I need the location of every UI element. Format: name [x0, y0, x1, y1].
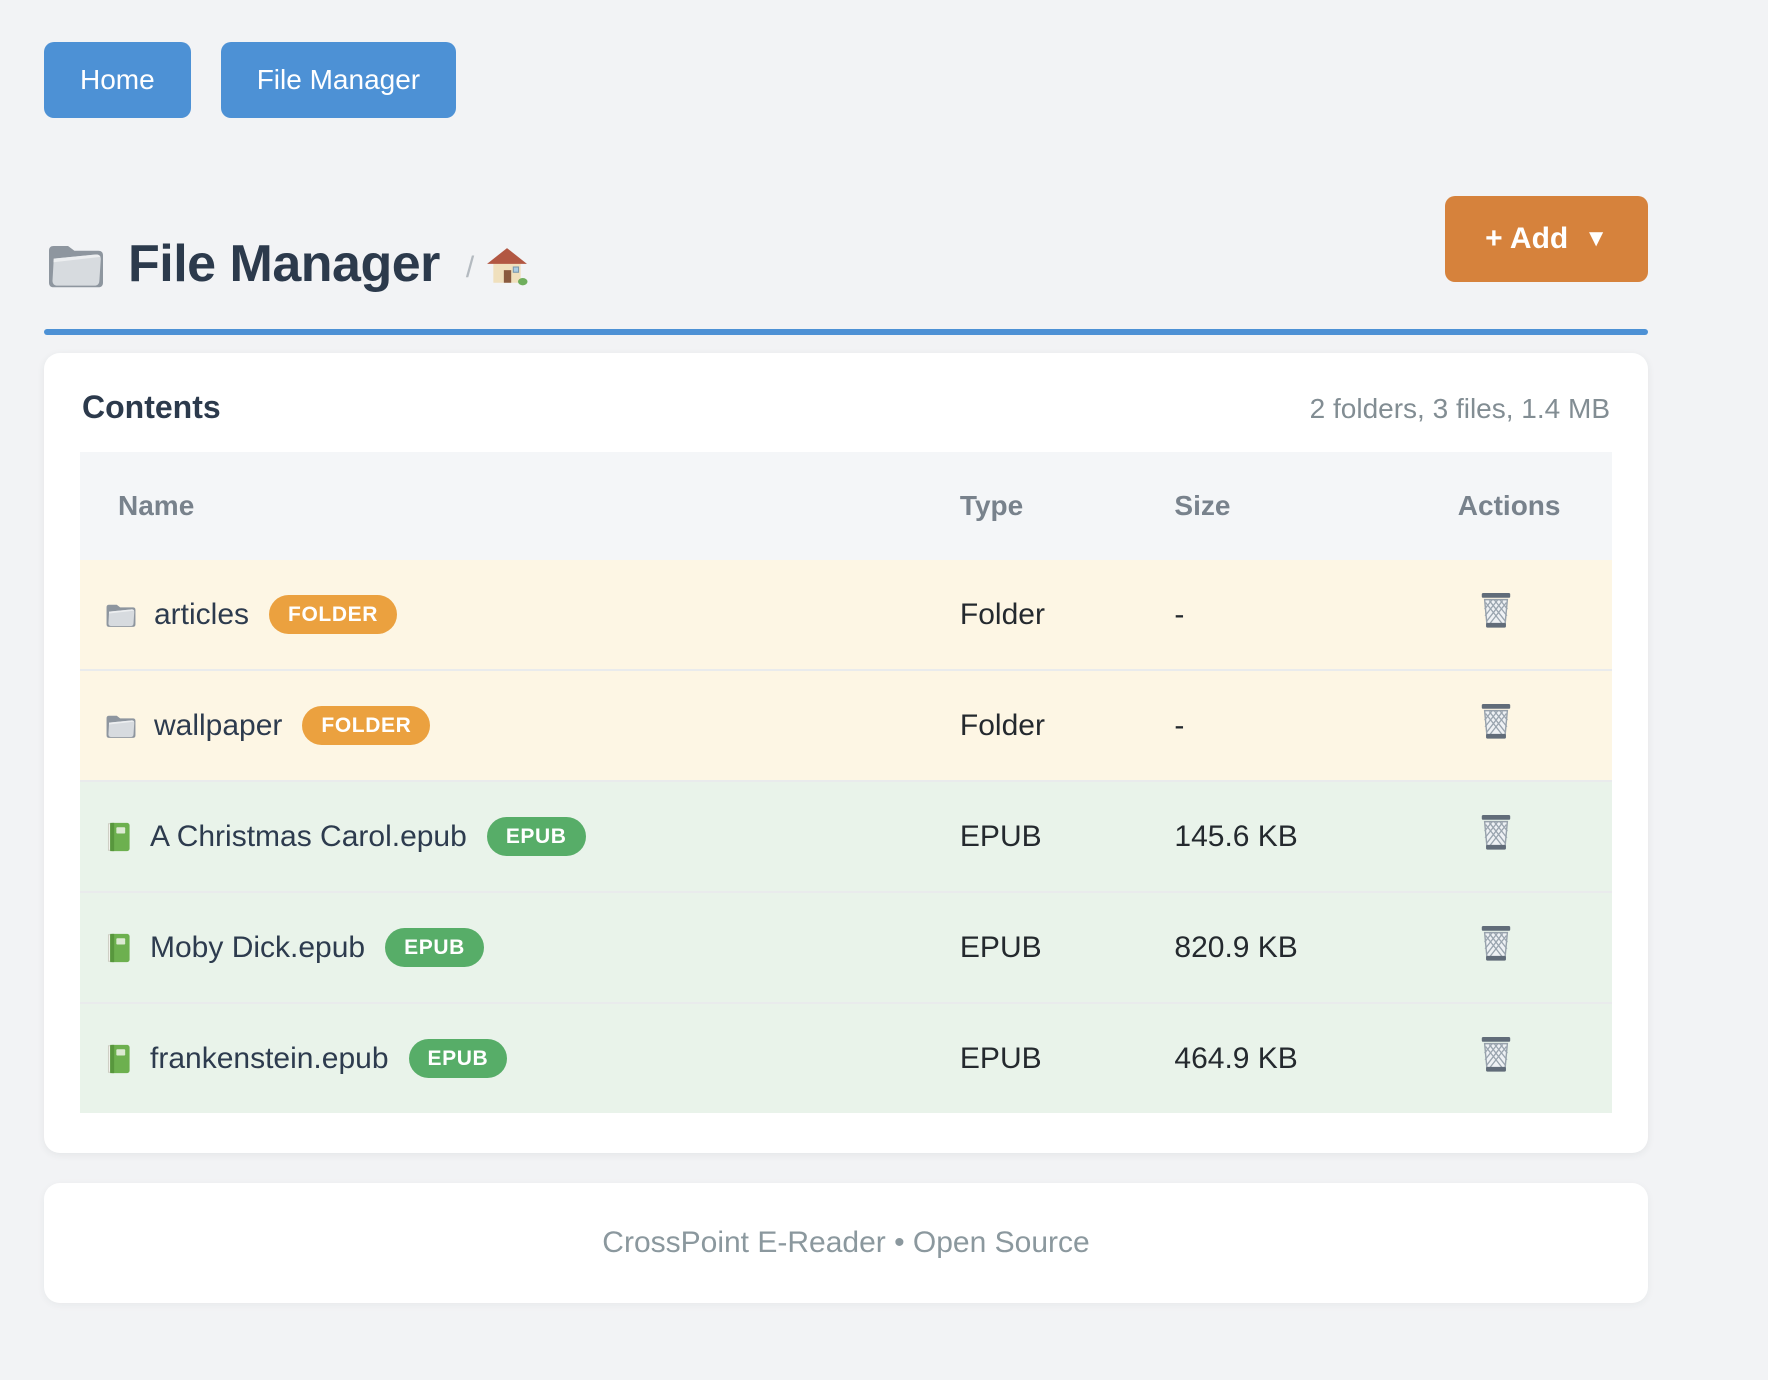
book-icon — [104, 931, 134, 965]
file-size: 464.9 KB — [1152, 1003, 1435, 1113]
type-badge: FOLDER — [302, 706, 430, 745]
type-badge: FOLDER — [269, 595, 397, 634]
title-group: File Manager / — [44, 196, 528, 293]
table-row[interactable]: A Christmas Carol.epub EPUB EPUB 145.6 K… — [80, 781, 1612, 892]
file-table: Name Type Size Actions articles FOLDER F… — [80, 452, 1612, 1113]
footer: CrossPoint E-Reader • Open Source — [44, 1183, 1648, 1303]
file-name: A Christmas Carol.epub — [150, 820, 467, 854]
book-icon — [104, 820, 134, 854]
page-title: File Manager — [128, 236, 440, 293]
table-row[interactable]: frankenstein.epub EPUB EPUB 464.9 KB — [80, 1003, 1612, 1113]
card-header: Contents 2 folders, 3 files, 1.4 MB — [80, 383, 1612, 452]
file-size: 820.9 KB — [1152, 892, 1435, 1003]
page-header: File Manager / + Add ▼ — [44, 118, 1648, 293]
chevron-down-icon: ▼ — [1584, 227, 1608, 251]
trash-icon[interactable] — [1478, 702, 1514, 742]
file-name: frankenstein.epub — [150, 1042, 389, 1076]
footer-text: CrossPoint E-Reader • Open Source — [602, 1226, 1089, 1260]
breadcrumb-separator: / — [466, 251, 474, 285]
folder-icon — [104, 711, 138, 741]
contents-summary: 2 folders, 3 files, 1.4 MB — [1310, 393, 1610, 425]
folder-icon — [104, 600, 138, 630]
trash-icon[interactable] — [1478, 591, 1514, 631]
nav-file-manager-button[interactable]: File Manager — [221, 42, 456, 118]
trash-icon[interactable] — [1478, 813, 1514, 853]
page: Home File Manager File Manager / + Add ▼… — [0, 0, 1768, 1303]
type-badge: EPUB — [385, 928, 484, 967]
table-header-row: Name Type Size Actions — [80, 452, 1612, 560]
type-badge: EPUB — [487, 817, 586, 856]
column-header-actions: Actions — [1436, 452, 1612, 560]
contents-heading: Contents — [82, 389, 221, 426]
trash-icon[interactable] — [1478, 924, 1514, 964]
column-header-size: Size — [1152, 452, 1435, 560]
trash-icon[interactable] — [1478, 1035, 1514, 1075]
file-size: 145.6 KB — [1152, 781, 1435, 892]
table-row[interactable]: articles FOLDER Folder - — [80, 560, 1612, 670]
table-row[interactable]: wallpaper FOLDER Folder - — [80, 670, 1612, 781]
contents-card: Contents 2 folders, 3 files, 1.4 MB Name… — [44, 353, 1648, 1153]
file-type: Folder — [938, 670, 1152, 781]
add-button-label: + Add — [1485, 222, 1568, 256]
add-button[interactable]: + Add ▼ — [1445, 196, 1648, 282]
nav-home-button[interactable]: Home — [44, 42, 191, 118]
column-header-type: Type — [938, 452, 1152, 560]
title-divider — [44, 329, 1648, 335]
book-icon — [104, 1042, 134, 1076]
file-type: Folder — [938, 560, 1152, 670]
file-size: - — [1152, 670, 1435, 781]
type-badge: EPUB — [409, 1039, 508, 1078]
file-name: Moby Dick.epub — [150, 931, 365, 965]
file-size: - — [1152, 560, 1435, 670]
column-header-name: Name — [80, 452, 938, 560]
top-nav: Home File Manager — [44, 0, 1648, 118]
file-name: wallpaper — [154, 709, 282, 743]
file-type: EPUB — [938, 892, 1152, 1003]
file-type: EPUB — [938, 1003, 1152, 1113]
file-name: articles — [154, 598, 249, 632]
home-icon[interactable] — [486, 247, 528, 287]
table-row[interactable]: Moby Dick.epub EPUB EPUB 820.9 KB — [80, 892, 1612, 1003]
file-type: EPUB — [938, 781, 1152, 892]
folder-icon — [44, 238, 108, 292]
